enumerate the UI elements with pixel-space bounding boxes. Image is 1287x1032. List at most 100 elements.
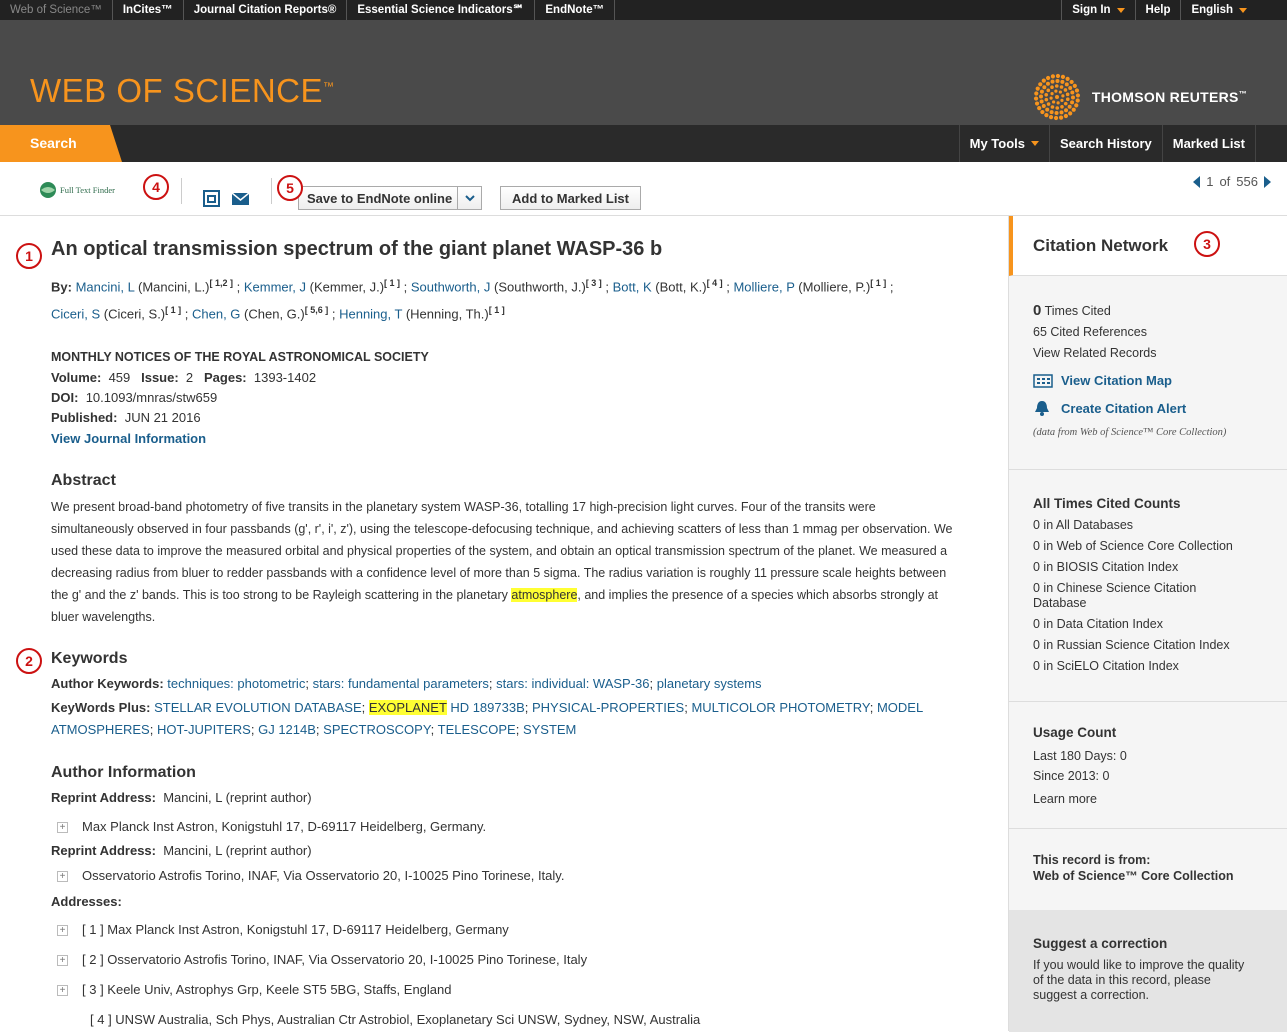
keywords-plus-label: KeyWords Plus:: [51, 700, 151, 715]
full-text-finder-label: Full Text Finder: [60, 185, 115, 195]
chevron-down-icon: [1239, 7, 1247, 13]
keyword-link[interactable]: STELLAR EVOLUTION DATABASE: [154, 700, 362, 715]
keyword-link[interactable]: EXOPLANET: [368, 700, 447, 715]
doi-label: DOI:: [51, 390, 79, 405]
search-history-link[interactable]: Search History: [1048, 125, 1162, 162]
author-aff[interactable]: [ 5,6 ]: [305, 305, 329, 315]
learn-more-link[interactable]: Learn more: [1033, 792, 1097, 806]
sign-in-menu[interactable]: Sign In: [1061, 0, 1134, 20]
author-keywords: Author Keywords: techniques: photometric…: [51, 676, 762, 691]
citation-alert-link[interactable]: Create Citation Alert: [1033, 399, 1186, 417]
keyword-link[interactable]: MULTICOLOR PHOTOMETRY: [691, 700, 869, 715]
full-text-finder-button[interactable]: Full Text Finder: [38, 179, 131, 201]
keyword-link[interactable]: stars: individual: WASP-36: [496, 676, 649, 691]
citation-map-link[interactable]: View Citation Map: [1033, 373, 1172, 388]
previous-record-icon[interactable]: [1193, 175, 1201, 188]
keyword-link[interactable]: SPECTROSCOPY: [323, 722, 431, 737]
record-title: An optical transmission spectrum of the …: [51, 238, 663, 260]
expand-icon[interactable]: +: [57, 925, 68, 937]
main-nav: Search My Tools Search History Marked Li…: [0, 125, 1287, 162]
volume-label: Volume:: [51, 370, 102, 385]
author-link[interactable]: Ciceri, S: [51, 306, 100, 321]
author-aff[interactable]: [ 1,2 ]: [210, 278, 234, 288]
author-aff[interactable]: [ 1 ]: [384, 278, 400, 288]
email-icon[interactable]: [232, 193, 249, 205]
expand-icon[interactable]: +: [57, 955, 68, 967]
doi-value: 10.1093/mnras/stw659: [85, 390, 218, 405]
topbar-esi[interactable]: Essential Science Indicators℠: [347, 0, 536, 20]
site-header: WEB OF SCIENCE™ THOMSON REUTERS™: [0, 20, 1287, 125]
divider: [1009, 828, 1287, 829]
next-record-icon[interactable]: [1264, 175, 1271, 188]
help-link[interactable]: Help: [1134, 0, 1181, 20]
top-product-bar: Web of Science™ InCites™ Journal Citatio…: [0, 0, 1287, 20]
page-current: 1: [1206, 174, 1214, 189]
keyword-link[interactable]: HOT-JUPITERS: [157, 722, 251, 737]
keyword-link[interactable]: GJ 1214B: [258, 722, 316, 737]
save-to-endnote-button[interactable]: Save to EndNote online: [298, 186, 482, 210]
author-link[interactable]: Chen, G: [192, 306, 240, 321]
record-from-label: This record is from:: [1033, 853, 1151, 867]
topbar-endnote[interactable]: EndNote™: [535, 0, 616, 20]
author-full: (Kemmer, J.): [309, 279, 385, 295]
author-full: (Molliere, P.): [798, 279, 871, 295]
author-full: (Mancini, L.): [137, 279, 210, 295]
cited-references-link[interactable]: 65 Cited References: [1033, 325, 1147, 339]
keyword-link[interactable]: stars: fundamental parameters: [313, 676, 489, 691]
add-to-marked-list-label: Add to Marked List: [511, 190, 629, 206]
tab-search[interactable]: Search: [0, 125, 122, 162]
save-options-dropdown[interactable]: [457, 187, 481, 209]
keyword-link[interactable]: HD 189733B: [450, 700, 524, 715]
reprint-address-2: Reprint Address: Mancini, L (reprint aut…: [51, 843, 312, 858]
keyword-link[interactable]: techniques: photometric: [167, 676, 305, 691]
tr-dots-icon: [1033, 73, 1080, 121]
add-to-marked-list-button[interactable]: Add to Marked List: [500, 186, 641, 210]
expand-icon[interactable]: +: [57, 871, 68, 883]
keyword-link[interactable]: TELESCOPE: [438, 722, 516, 737]
doi-line: DOI: 10.1093/mnras/stw659: [51, 390, 217, 405]
language-menu[interactable]: English: [1180, 0, 1287, 20]
page-of: of: [1219, 174, 1231, 189]
citation-map-label: View Citation Map: [1061, 373, 1172, 388]
pages-label: Pages:: [204, 370, 247, 385]
view-journal-info-link[interactable]: View Journal Information: [51, 431, 206, 446]
author-keywords-label: Author Keywords:: [51, 676, 164, 691]
author-link[interactable]: Molliere, P: [733, 279, 794, 294]
times-cited-count: 0: [1033, 302, 1042, 319]
keyword-link[interactable]: SYSTEM: [523, 722, 576, 737]
abstract-body: We present broad-band photometry of five…: [51, 500, 953, 602]
author-link[interactable]: Kemmer, J: [244, 279, 306, 294]
data-source-note: (data from Web of Science™ Core Collecti…: [1033, 427, 1227, 438]
keyword-link[interactable]: PHYSICAL-PROPERTIES: [532, 700, 684, 715]
related-records-link[interactable]: View Related Records: [1033, 346, 1156, 360]
my-tools-menu[interactable]: My Tools: [958, 125, 1049, 162]
suggest-correction-heading: Suggest a correction: [1033, 936, 1168, 951]
marked-list-link[interactable]: Marked List: [1161, 125, 1256, 162]
author-aff[interactable]: [ 4 ]: [707, 278, 723, 288]
author-link[interactable]: Bott, K: [613, 279, 652, 294]
author-link[interactable]: Southworth, J: [411, 279, 491, 294]
sign-in-label: Sign In: [1072, 4, 1111, 16]
wos-logo[interactable]: WEB OF SCIENCE™: [30, 72, 335, 110]
reprint-address-1: Reprint Address: Mancini, L (reprint aut…: [51, 790, 312, 805]
topbar-wos[interactable]: Web of Science™: [0, 0, 113, 20]
save-to-endnote-label: Save to EndNote online: [307, 190, 453, 206]
topbar-jcr[interactable]: Journal Citation Reports®: [184, 0, 348, 20]
suggest-correction-link[interactable]: suggest a correction.: [1033, 988, 1149, 1002]
addresses-label: Addresses:: [51, 894, 122, 909]
author-link[interactable]: Mancini, L: [76, 279, 135, 294]
expand-icon[interactable]: +: [57, 822, 68, 834]
author-aff[interactable]: [ 1 ]: [489, 305, 505, 315]
page-total: 556: [1236, 174, 1258, 189]
author-aff[interactable]: [ 1 ]: [165, 305, 181, 315]
author-aff[interactable]: [ 1 ]: [870, 278, 886, 288]
expand-icon[interactable]: +: [57, 985, 68, 997]
chevron-down-icon: [1116, 7, 1125, 13]
count-item: Database: [1033, 596, 1087, 610]
author-aff[interactable]: [ 3 ]: [586, 278, 602, 288]
keyword-link[interactable]: planetary systems: [657, 676, 762, 691]
author-link[interactable]: Henning, T: [339, 306, 402, 321]
print-icon[interactable]: [203, 190, 220, 207]
topbar-incites[interactable]: InCites™: [113, 0, 184, 20]
abstract-text: We present broad-band photometry of five…: [51, 496, 961, 628]
